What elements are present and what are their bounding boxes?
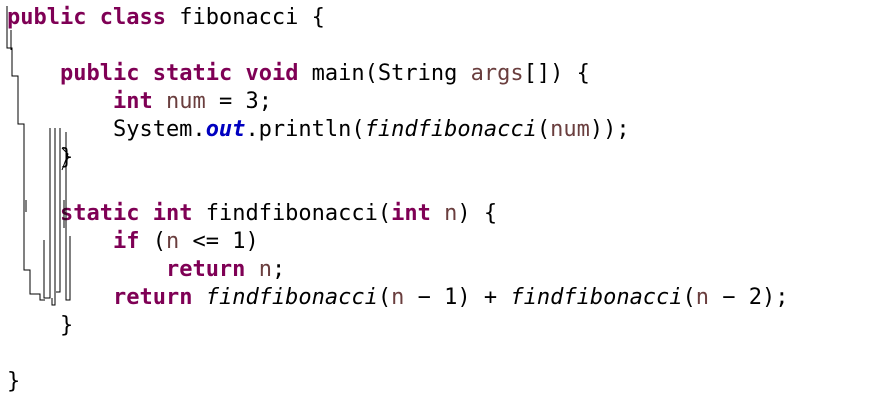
code-editor[interactable]: public class fibonacci { public static v… <box>0 0 870 416</box>
scope-guide-lines <box>6 6 71 306</box>
scope-guide-outline <box>6 6 71 306</box>
